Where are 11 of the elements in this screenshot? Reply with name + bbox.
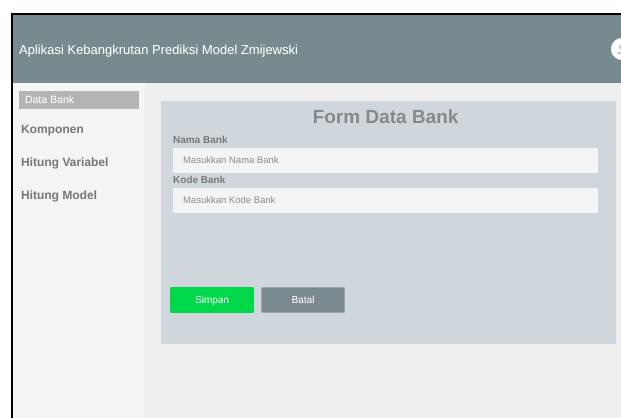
form-title: Form Data Bank (312, 107, 460, 129)
sidebar-item[interactable]: Data Bank (19, 91, 139, 109)
sidebar-item[interactable]: Hitung Variabel (19, 146, 139, 179)
input-field[interactable]: Masukkan Kode Bank (173, 188, 598, 213)
field-label: Kode Bank (173, 175, 226, 186)
app-title: Aplikasi Kebangkrutan Prediksi Model Zmijewski (19, 42, 298, 56)
sidebar-item[interactable]: Komponen (19, 113, 139, 146)
sidebar-item[interactable]: Hitung Model (19, 179, 139, 212)
input-field[interactable]: Masukkan Nama Bank (173, 148, 598, 173)
field-label: Nama Bank (173, 135, 228, 146)
cancel-button[interactable]: Batal (261, 287, 345, 313)
